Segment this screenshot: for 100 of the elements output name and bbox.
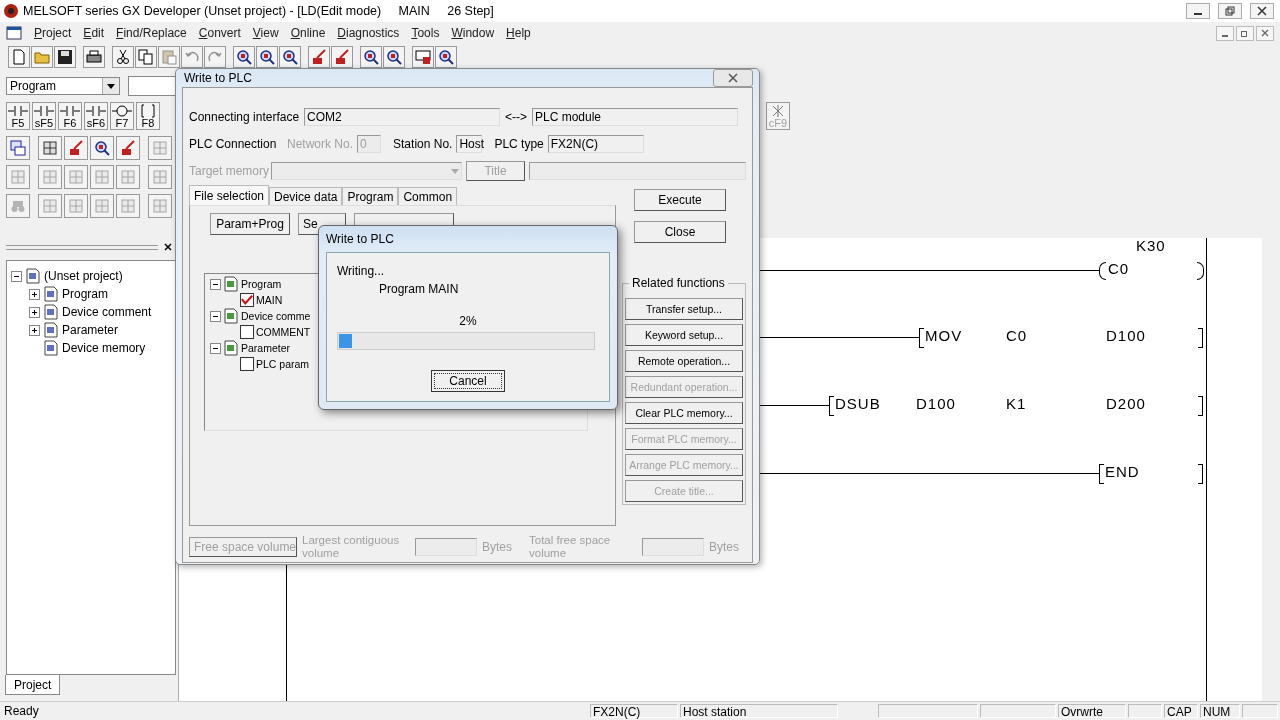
tree-item[interactable]: PLC param [256, 358, 310, 370]
status-message: Ready [3, 704, 40, 718]
field-label: Largest contiguous volume [302, 534, 401, 560]
close-icon[interactable] [164, 243, 172, 251]
toolbar-button[interactable] [233, 46, 255, 68]
tab[interactable]: Device data [269, 187, 343, 205]
tree-item[interactable]: Parameter [62, 323, 119, 337]
input-field[interactable]: FX2N(C) [547, 135, 644, 153]
field-label: Station No. [393, 137, 453, 151]
tree-item[interactable]: COMMENT [256, 326, 311, 338]
ladder-key-button[interactable]: F6 [58, 102, 82, 130]
magnifier-icon [386, 49, 402, 65]
tree-item[interactable]: Device comme [241, 310, 311, 322]
menu-item[interactable]: Help [506, 26, 531, 40]
execute-button[interactable]: Execute [634, 189, 726, 211]
magnifier-icon [259, 49, 275, 65]
close-button[interactable] [1256, 25, 1274, 41]
toolbar-button[interactable] [38, 136, 62, 160]
menu-item[interactable]: Find/Replace [116, 26, 187, 40]
toolbar-button[interactable] [90, 136, 114, 160]
minimize-button[interactable] [1186, 3, 1210, 19]
input-field[interactable]: Host [456, 135, 483, 153]
close-button[interactable]: Close [634, 221, 726, 243]
menu-item[interactable]: Convert [198, 26, 241, 40]
status-text: Writing... [337, 263, 386, 279]
function-button[interactable]: Keyword setup... [625, 324, 743, 346]
ladder-key-button[interactable]: sF5 [32, 102, 56, 130]
toolbar-button[interactable] [54, 46, 76, 68]
restore-button[interactable] [1236, 25, 1254, 41]
ladder-key-button[interactable]: F8 [136, 102, 160, 130]
tab[interactable]: Common [398, 187, 458, 205]
tree-item[interactable]: Program [62, 287, 108, 301]
close-button[interactable] [1250, 3, 1274, 19]
input-field[interactable]: COM2 [304, 108, 500, 126]
toolbar-button[interactable] [83, 46, 105, 68]
tree-item[interactable]: MAIN [256, 294, 283, 306]
toolbar-button[interactable] [279, 46, 301, 68]
collapse-icon[interactable] [210, 278, 221, 290]
function-button[interactable]: Remote operation... [625, 350, 743, 372]
instruction-label: DSUB [835, 395, 881, 413]
selection-button[interactable]: Param+Prog [210, 213, 290, 235]
tree-item[interactable]: (Unset project) [44, 269, 123, 283]
page-icon [11, 49, 27, 65]
restore-button[interactable] [1218, 3, 1242, 19]
collapse-icon[interactable] [210, 310, 221, 322]
magnifier-icon [94, 140, 110, 156]
ladder-key-button[interactable]: F5 [6, 102, 30, 130]
setting-value: K30 [1136, 237, 1166, 255]
input-field[interactable]: PLC module [532, 108, 738, 126]
toolbar-button[interactable] [435, 46, 457, 68]
menu-item[interactable]: Window [451, 26, 495, 40]
checkbox[interactable] [240, 325, 254, 339]
pencil-icon [120, 140, 136, 156]
toolbar-button[interactable] [256, 46, 278, 68]
close-button[interactable] [713, 69, 753, 87]
ladder-key-button[interactable]: F7 [110, 102, 134, 130]
cancel-button[interactable]: Cancel [431, 370, 505, 392]
function-button[interactable]: Clear PLC memory... [625, 402, 743, 424]
toolbar-button[interactable] [412, 46, 434, 68]
input-field[interactable] [415, 538, 477, 556]
contact-symbol-icon [85, 103, 107, 118]
input-field[interactable] [529, 162, 746, 180]
menu-item[interactable]: View [252, 26, 279, 40]
tree-item[interactable]: Device memory [62, 341, 146, 355]
ladder-key-button[interactable]: sF6 [84, 102, 108, 130]
tree-item[interactable]: Parameter [241, 342, 291, 354]
toolbar-button[interactable] [112, 46, 134, 68]
grid-icon [42, 140, 58, 156]
tab[interactable]: Project [5, 675, 61, 695]
minimize-button[interactable] [1216, 25, 1234, 41]
collapse-icon[interactable] [210, 342, 221, 354]
menu-item[interactable]: Project [34, 26, 72, 40]
checkbox[interactable] [240, 293, 254, 307]
expand-icon[interactable] [29, 288, 40, 300]
menu-item[interactable]: Diagnostics [337, 26, 400, 40]
toolbar-button[interactable] [383, 46, 405, 68]
menu-item[interactable]: Online [290, 26, 326, 40]
input-field[interactable] [642, 538, 704, 556]
function-button[interactable]: Transfer setup... [625, 298, 743, 320]
checkbox[interactable] [240, 357, 254, 371]
status-cell [1128, 704, 1162, 718]
expand-icon[interactable] [29, 324, 40, 336]
program-dropdown[interactable]: Program [6, 77, 120, 95]
tree-item[interactable]: Program [241, 278, 282, 290]
field-label: Total free space volume [529, 534, 612, 560]
toolbar-button[interactable] [360, 46, 382, 68]
document-icon [25, 268, 41, 284]
ladder-icon [10, 140, 26, 156]
menu-item[interactable]: Edit [83, 26, 105, 40]
binoculars-icon [10, 198, 26, 214]
tree-item[interactable]: Device comment [62, 305, 152, 319]
toolbar-button[interactable] [135, 46, 157, 68]
collapse-icon[interactable] [11, 270, 22, 282]
field-label: Network No. [287, 137, 354, 151]
menu-item[interactable]: Tools [411, 26, 440, 40]
document-icon [223, 308, 239, 324]
expand-icon[interactable] [29, 306, 40, 318]
close-icon [728, 73, 738, 83]
tab[interactable]: Program [342, 187, 399, 205]
tab[interactable]: File selection [189, 185, 270, 205]
